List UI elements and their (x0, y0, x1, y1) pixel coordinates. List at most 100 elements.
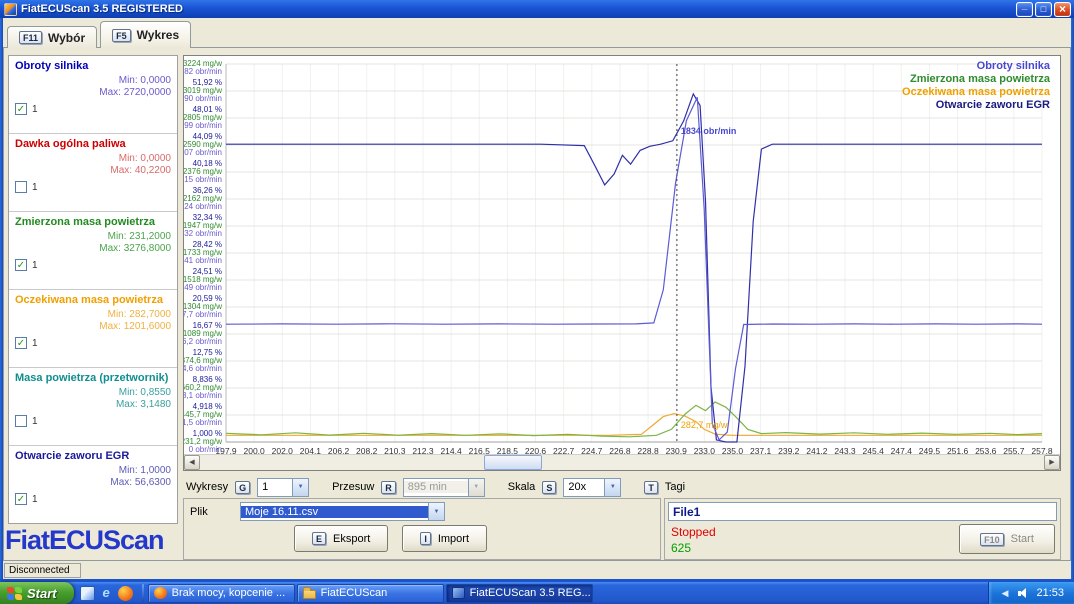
scroll-right-icon[interactable] (1044, 455, 1060, 470)
series-line-pct (226, 94, 1042, 442)
series-checkbox[interactable] (15, 103, 27, 115)
tab-wybor[interactable]: F11 Wybór (7, 26, 97, 48)
maximize-button[interactable] (1035, 2, 1052, 17)
show-desktop-icon[interactable] (80, 586, 95, 601)
parameter-group: Otwarcie zaworu EGRMin: 1,0000Max: 56,63… (9, 446, 177, 524)
series-checkbox[interactable] (15, 181, 27, 193)
tab-wykres-label: Wykres (137, 28, 179, 42)
series-toggle-row: 1 (15, 259, 171, 271)
parameter-group: Oczekiwana masa powietrzaMin: 282,7000Ma… (9, 290, 177, 368)
chevron-down-icon[interactable] (604, 479, 620, 496)
key-g: G (235, 481, 250, 494)
minimize-button[interactable] (1016, 2, 1033, 17)
scroll-left-icon[interactable] (184, 455, 200, 470)
wykresy-label: Wykresy (186, 481, 228, 493)
chart-scrollbar[interactable] (184, 454, 1060, 470)
y-tick-rpm: 766,2 obr/min (184, 337, 222, 346)
key-e: E (312, 532, 326, 545)
file-select[interactable]: Moje 16.11.csv (240, 502, 445, 521)
tagi-label: Tagi (665, 481, 685, 493)
min-value: Min: 0,0000 (15, 75, 171, 87)
firefox-icon (154, 587, 167, 599)
y-tick-rpm: 383,1 obr/min (184, 391, 222, 400)
hidden-icons-chevron-icon[interactable] (998, 587, 1011, 600)
series-checkbox-label: 1 (32, 416, 38, 427)
series-line-rpm (226, 97, 1042, 440)
titlebar: FiatECUScan 3.5 REGISTERED (0, 0, 1074, 18)
window-title: FiatECUScan 3.5 REGISTERED (21, 3, 1016, 15)
series-toggle-row: 1 (15, 337, 171, 349)
graph-count-select[interactable]: 1 (257, 478, 309, 497)
tab-strip: F11 Wybór F5 Wykres (7, 21, 191, 48)
series-toggle-row: 1 (15, 181, 171, 193)
taskbar: Start Brak mocy, kopcenie ... FiatECUScan… (0, 582, 1074, 604)
window-controls (1016, 2, 1071, 17)
taskbar-button[interactable]: Brak mocy, kopcenie ... (148, 584, 295, 603)
windows-flag-icon (7, 587, 22, 600)
app-icon (452, 587, 465, 599)
y-tick-rpm: 1149 obr/min (184, 283, 222, 292)
tab-wybor-label: Wybór (48, 31, 85, 45)
y-tick-rpm: 2299 obr/min (184, 121, 222, 130)
import-button-label: Import (438, 533, 469, 545)
skala-label: Skala (508, 481, 536, 493)
media-player-icon[interactable] (118, 586, 133, 601)
start-menu-button[interactable]: Start (0, 582, 74, 604)
series-line-mgw (226, 414, 1042, 436)
key-i: I (420, 532, 431, 545)
taskbar-button[interactable]: FiatECUScan (297, 584, 444, 603)
sidebar: Obroty silnikaMin: 0,0000Max: 2720,00001… (8, 55, 178, 524)
y-tick-rpm: 1915 obr/min (184, 175, 222, 184)
app-icon (4, 3, 17, 16)
max-value: Max: 2720,0000 (15, 87, 171, 99)
series-checkbox[interactable] (15, 337, 27, 349)
file-group: Plik Moje 16.11.csv E Eksport I Import (183, 498, 661, 560)
min-value: Min: 0,0000 (15, 153, 171, 165)
taskbar-button-label: FiatECUScan (321, 587, 388, 599)
close-button[interactable] (1054, 2, 1071, 17)
task-buttons: Brak mocy, kopcenie ... FiatECUScan FiatEC… (147, 584, 594, 603)
eksport-button-label: Eksport (333, 533, 370, 545)
parameter-name: Obroty silnika (15, 60, 171, 73)
series-checkbox[interactable] (15, 259, 27, 271)
series-checkbox[interactable] (15, 415, 27, 427)
scale-select[interactable]: 20x (563, 478, 621, 497)
y-tick-rpm: 957,7 obr/min (184, 310, 222, 319)
ie-icon[interactable] (99, 586, 114, 601)
cursor-rpm-label: 1834 obr/min (681, 126, 737, 136)
series-checkbox-label: 1 (32, 182, 38, 193)
chevron-down-icon[interactable] (428, 503, 444, 520)
app-logo: FiatECUScan (5, 525, 164, 556)
chevron-down-icon[interactable] (292, 479, 308, 496)
run-group: File1 Stopped 625 F10 Start (664, 498, 1061, 560)
import-button[interactable]: I Import (402, 525, 487, 552)
series-toggle-row: 1 (15, 103, 171, 115)
series-checkbox[interactable] (15, 493, 27, 505)
file-name-input[interactable]: File1 (668, 502, 1057, 521)
parameter-group: Zmierzona masa powietrzaMin: 231,2000Max… (9, 212, 177, 290)
plik-label: Plik (190, 506, 240, 518)
key-t: T (644, 481, 658, 494)
parameter-name: Oczekiwana masa powietrza (15, 294, 171, 307)
parameter-name: Otwarcie zaworu EGR (15, 450, 171, 463)
clock: 21:53 (1036, 587, 1064, 599)
graph-count-value: 1 (258, 481, 292, 493)
tab-wykres[interactable]: F5 Wykres (100, 21, 191, 48)
cursor-mgw-label: 282,7 mg/w (681, 420, 728, 430)
parameter-name: Zmierzona masa powietrza (15, 216, 171, 229)
parameter-name: Masa powietrza (przetwornik) (15, 372, 171, 385)
volume-icon[interactable] (1017, 587, 1030, 600)
series-line-mgw (226, 402, 1042, 437)
series-checkbox-label: 1 (32, 260, 38, 271)
y-tick-rpm: 0 obr/min (189, 445, 222, 454)
scale-value: 20x (564, 481, 604, 493)
taskbar-button[interactable]: FiatECUScan 3.5 REG... (446, 584, 593, 603)
scrollbar-thumb[interactable] (484, 455, 542, 470)
y-tick-rpm: 2107 obr/min (184, 148, 222, 157)
tab-key-f11: F11 (19, 31, 42, 44)
eksport-button[interactable]: E Eksport (294, 525, 388, 552)
start-button-f10[interactable]: F10 Start (959, 524, 1055, 554)
y-tick-rpm: 1724 obr/min (184, 202, 222, 211)
sample-counter: 625 (671, 541, 691, 555)
start-menu-label: Start (27, 586, 57, 601)
